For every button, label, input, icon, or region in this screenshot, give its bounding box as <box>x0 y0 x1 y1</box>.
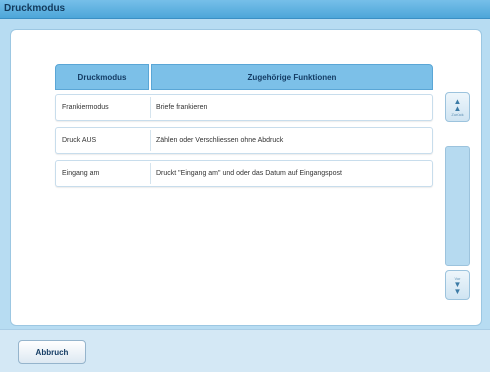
scroll-up-button[interactable]: ▲ ▲ Zurück <box>445 92 470 122</box>
window-title: Druckmodus <box>4 3 66 14</box>
column-header-functions: Zugehörige Funktionen <box>151 64 433 90</box>
scrollbar-track[interactable] <box>445 146 470 266</box>
function-cell: Zählen oder Verschliessen ohne Abdruck <box>156 137 284 144</box>
arrow-up-icon: ▲ ▲ <box>453 96 462 113</box>
function-cell: Druckt "Eingang am" und oder das Datum a… <box>156 170 342 177</box>
table-row[interactable]: Druck AUS Zählen oder Verschliessen ohne… <box>55 127 433 154</box>
table-row[interactable]: Frankiermodus Briefe frankieren <box>55 94 433 121</box>
bottom-bar: Abbruch <box>0 329 490 372</box>
mode-panel: Druckmodus Zugehörige Funktionen Frankie… <box>10 29 482 326</box>
mode-cell: Druck AUS <box>62 137 97 144</box>
title-bar: Druckmodus <box>0 0 490 19</box>
function-cell: Briefe frankieren <box>156 104 208 111</box>
column-header-mode: Druckmodus <box>55 64 149 90</box>
scroll-up-label: Zurück <box>451 111 464 117</box>
arrow-down-icon: ▼ ▼ <box>453 279 462 296</box>
mode-cell: Eingang am <box>62 170 100 177</box>
cancel-button[interactable]: Abbruch <box>18 340 86 364</box>
mode-cell: Frankiermodus <box>62 104 109 111</box>
main-content: Druckmodus Zugehörige Funktionen Frankie… <box>0 19 490 329</box>
scroll-down-button[interactable]: Vor ▼ ▼ <box>445 270 470 300</box>
table-row[interactable]: Eingang am Druckt "Eingang am" und oder … <box>55 160 433 187</box>
